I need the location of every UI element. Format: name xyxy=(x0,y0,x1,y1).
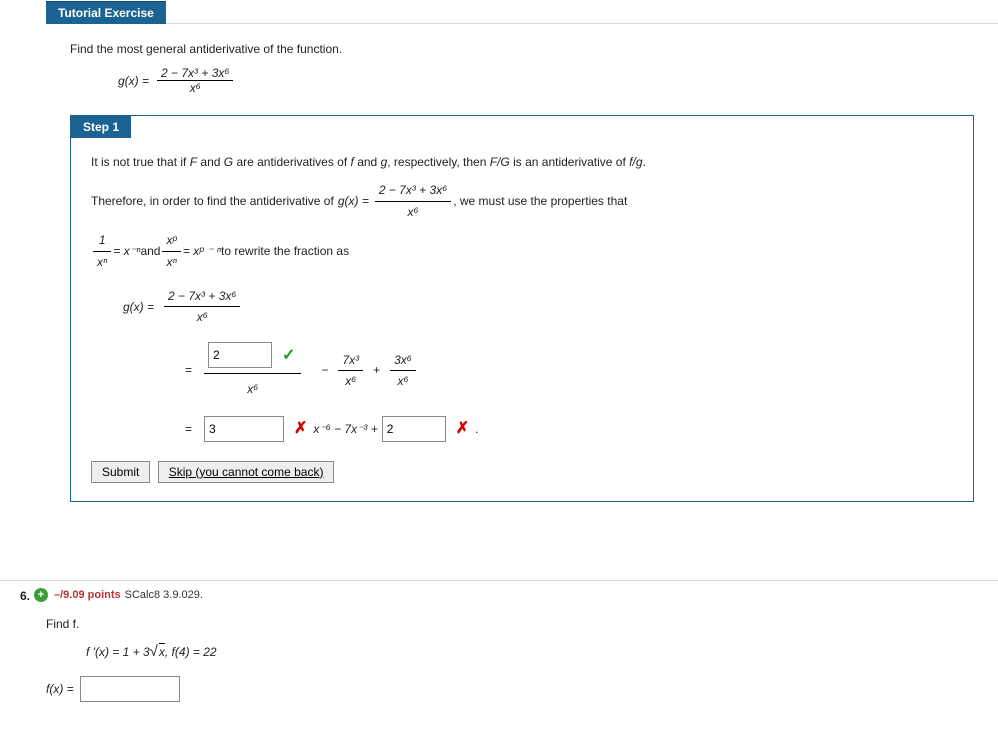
expand-icon[interactable]: + xyxy=(34,588,48,602)
question-ref: SCalc8 3.9.029. xyxy=(125,589,203,601)
gx-fraction: 2 − 7x³ + 3x⁶ x⁶ xyxy=(157,66,233,95)
step1-row2: = ✓ x⁶ − 7x³ x⁶ xyxy=(177,342,953,400)
step1-row3: = ✗ x⁻⁶ − 7x⁻³ + ✗ . xyxy=(177,415,953,442)
x-icon: ✗ xyxy=(456,415,469,442)
fx-input[interactable] xyxy=(80,676,180,702)
tutorial-prompt: Find the most general antiderivative of … xyxy=(70,42,974,56)
question-number: 6. xyxy=(0,581,30,607)
step1-text: It is not true that if F and G are antid… xyxy=(91,152,953,172)
q6-prompt: Find f. xyxy=(46,617,998,631)
numerator-input-1[interactable] xyxy=(208,342,272,368)
step1-box: Step 1 It is not true that if F and G ar… xyxy=(70,115,974,502)
q6-given: f '(x) = 1 + 3√x, f(4) = 22 xyxy=(86,643,998,660)
coef-input-2[interactable] xyxy=(382,416,446,442)
submit-button[interactable]: Submit xyxy=(91,461,150,483)
gx-label: g(x) = xyxy=(118,74,149,88)
gx-restate: g(x) = 2 − 7x³ + 3x⁶ x⁶ xyxy=(123,286,953,328)
q6-answer-row: f(x) = xyxy=(46,676,998,702)
skip-button[interactable]: Skip (you cannot come back) xyxy=(158,461,335,483)
question-points: –/9.09 points xyxy=(54,589,121,601)
question-6: 6. + –/9.09 points SCalc8 3.9.029. Find … xyxy=(0,580,998,702)
x-icon: ✗ xyxy=(294,415,307,442)
step1-header: Step 1 xyxy=(71,116,131,138)
step1-rules: 1 xⁿ = x⁻ⁿ and xᵖ xⁿ = xᵖ ⁻ ⁿ to rewrite… xyxy=(91,230,953,272)
step1-line2: Therefore, in order to find the antideri… xyxy=(91,180,953,222)
check-icon: ✓ xyxy=(282,342,295,369)
tutorial-header: Tutorial Exercise xyxy=(46,1,166,24)
coef-input-1[interactable] xyxy=(204,416,284,442)
